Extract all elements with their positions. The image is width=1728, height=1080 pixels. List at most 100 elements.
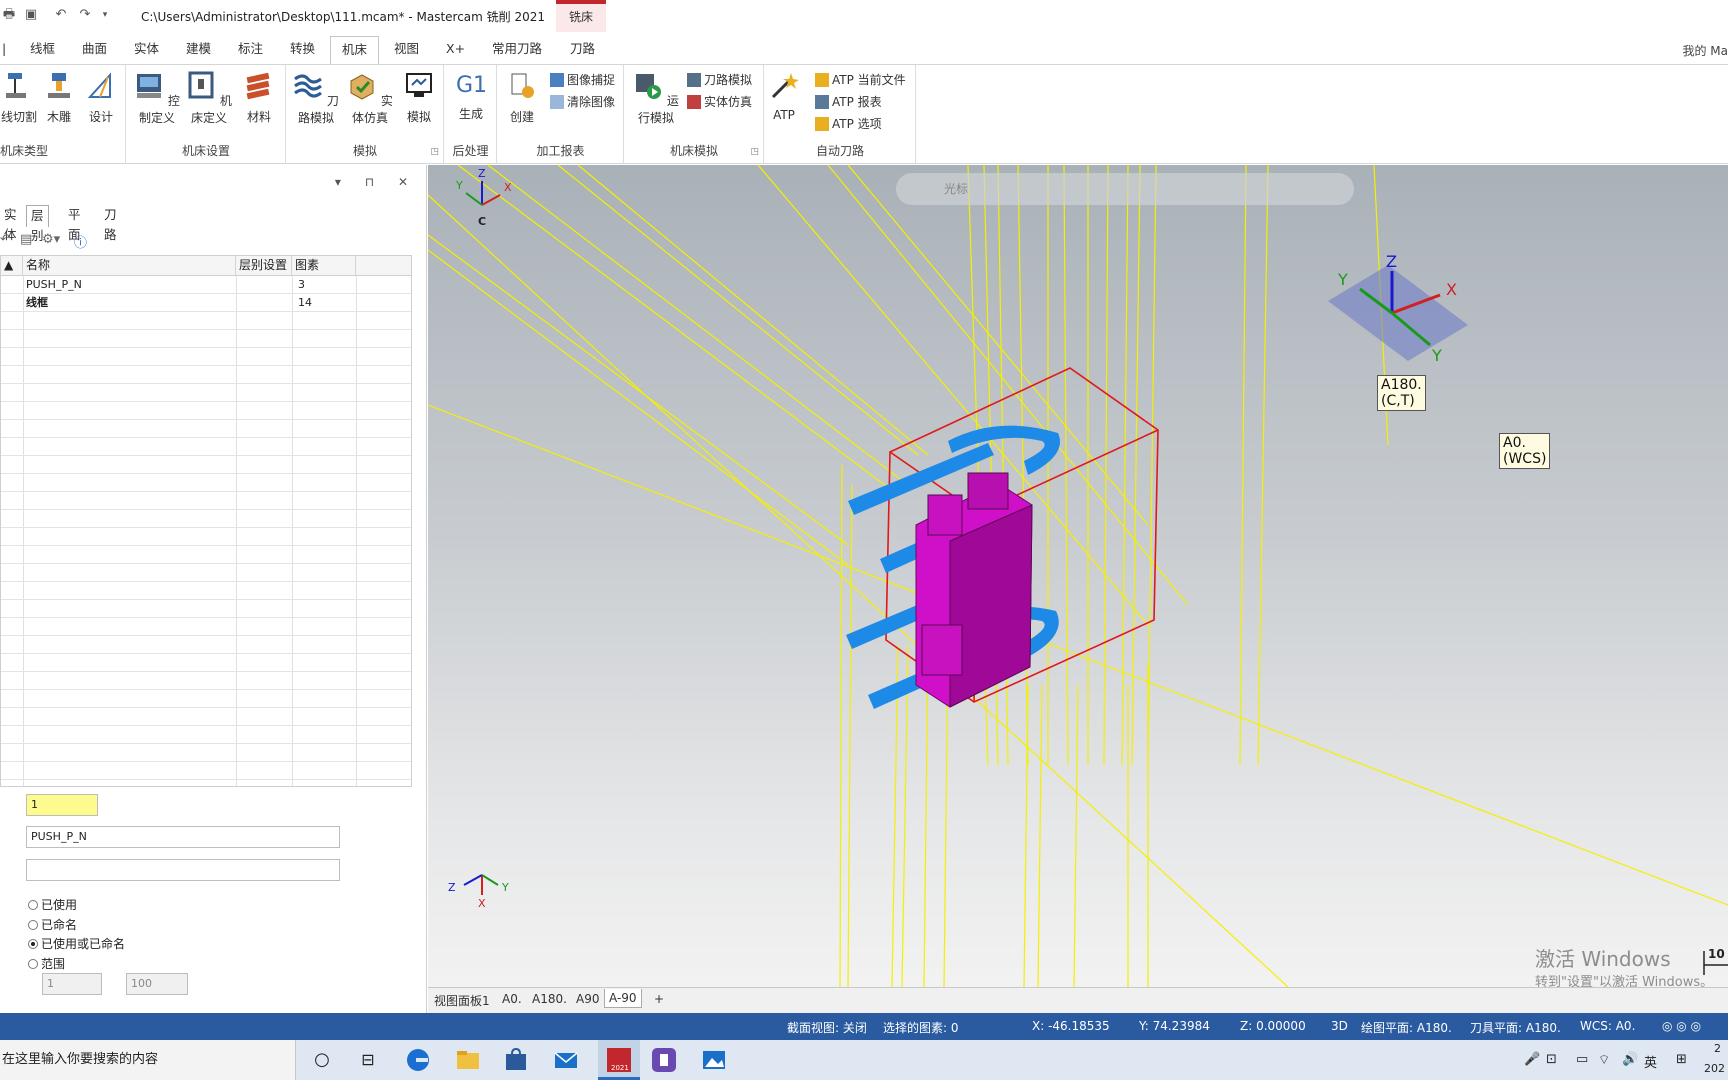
tab-solids[interactable]: 实体 <box>132 38 161 62</box>
atp-report-button[interactable]: ATP 报表 <box>815 93 882 110</box>
dialog-launcher-icon[interactable]: ◳ <box>430 147 439 157</box>
atp-options-button[interactable]: ATP 选项 <box>815 115 882 132</box>
battery-icon[interactable]: ▭ <box>1576 1052 1588 1067</box>
graphics-viewport[interactable]: Z X Y C X Y Z Z X Y Y 光标 A180. (C,T) A0.… <box>428 165 1728 987</box>
column-level-set[interactable]: 层别设置 <box>236 256 292 276</box>
machine-verify-button[interactable]: 实体仿真 <box>687 93 752 110</box>
security-icon[interactable]: ⊡ <box>1546 1052 1557 1067</box>
viewsheet-tab[interactable]: 视图面板1 <box>434 992 490 1009</box>
level-name-field[interactable]: PUSH_P_N <box>26 826 340 848</box>
viewsheet-tab[interactable]: A90 <box>576 992 599 1006</box>
run-simulation-button[interactable]: 运行模拟 <box>629 71 683 126</box>
viewsheet-tab-active[interactable]: A-90 <box>604 989 642 1008</box>
radio-used-or-named[interactable]: 已使用或已命名 <box>28 935 125 952</box>
range-from-field[interactable]: 1 <box>42 973 102 995</box>
tab-toolpaths[interactable]: 刀路 <box>568 38 597 62</box>
viewsheet-tab[interactable]: A180. <box>532 992 567 1006</box>
clock-time[interactable]: 2 <box>1714 1042 1721 1055</box>
mail-icon[interactable] <box>552 1046 580 1074</box>
mastercam-taskbar-button[interactable]: 2021 <box>598 1040 640 1080</box>
tab-toolpaths-manager[interactable]: 刀路 <box>100 205 121 242</box>
list-icon[interactable]: ▤ <box>20 232 32 247</box>
context-tab-mill[interactable]: 铣床 <box>556 0 606 32</box>
refresh-icon[interactable]: ↶ <box>0 232 11 247</box>
group-label-post: 后处理 <box>452 144 489 158</box>
range-to-field[interactable]: 100 <box>126 973 188 995</box>
section-view-status[interactable]: 截面视图: 关闭 <box>787 1019 867 1036</box>
my-account-label[interactable]: 我的 Ma <box>1682 42 1728 59</box>
design-button[interactable]: 设计 <box>84 71 118 125</box>
add-viewsheet-button[interactable]: + <box>654 992 664 1006</box>
wcs-status[interactable]: WCS: A0. <box>1580 1019 1635 1033</box>
machine-definition-button[interactable]: 机床定义 <box>185 71 233 126</box>
radio-named[interactable]: 已命名 <box>28 916 77 933</box>
tab-machine[interactable]: 机床 <box>330 36 380 64</box>
network-icon[interactable]: ⌔ <box>1598 1052 1610 1068</box>
globe-icon[interactable]: ◎ ◎ ◎ <box>1662 1019 1701 1033</box>
tab-drafting[interactable]: 标注 <box>236 38 265 62</box>
radio-range[interactable]: 范围 <box>28 955 65 972</box>
tab-levels-manager[interactable]: 层别 <box>26 205 49 243</box>
cplane-status[interactable]: 绘图平面: A180. <box>1361 1019 1452 1036</box>
tab-model-prep[interactable]: 建模 <box>184 38 213 62</box>
photos-icon[interactable] <box>700 1046 728 1074</box>
graphics-quick-toolbar[interactable]: 光标 <box>896 173 1354 205</box>
level-set-field[interactable] <box>26 859 340 881</box>
tab-partial[interactable]: | <box>0 38 8 62</box>
control-definition-button[interactable]: 控制定义 <box>133 71 181 126</box>
verify-button[interactable]: 实体仿真 <box>345 71 395 126</box>
clear-image-button[interactable]: 清除图像 <box>550 93 615 110</box>
tplane-status[interactable]: 刀具平面: A180. <box>1470 1019 1561 1036</box>
sort-indicator[interactable]: ▲ <box>1 256 23 276</box>
file-explorer-icon[interactable] <box>454 1046 482 1074</box>
create-report-button[interactable]: 创建 <box>504 71 540 125</box>
table-row[interactable]: PUSH_P_N 3 <box>1 276 411 294</box>
keyboard-icon[interactable]: ⊞ <box>1676 1052 1687 1067</box>
tab-wireframe[interactable]: 线框 <box>28 38 57 62</box>
verify-icon <box>350 74 374 100</box>
capture-image-button[interactable]: 图像捕捉 <box>550 71 615 88</box>
backplot-button[interactable]: 刀路模拟 <box>291 71 341 126</box>
viewsheet-tab[interactable]: A0. <box>502 992 522 1006</box>
atp-button[interactable]: ATP <box>767 71 801 122</box>
clock-date[interactable]: 202 <box>1704 1062 1725 1075</box>
task-view-icon[interactable]: ⊟ <box>354 1046 382 1074</box>
redo-icon[interactable]: ↷ <box>76 6 94 24</box>
tab-xplus[interactable]: X+ <box>444 38 467 62</box>
wire-edm-button[interactable]: 线切割 <box>0 71 38 125</box>
mode-toggle[interactable]: 3D <box>1331 1019 1348 1033</box>
store-icon[interactable] <box>502 1046 530 1074</box>
taskbar-search-input[interactable]: 在这里输入你要搜索的内容 <box>0 1040 296 1080</box>
help-icon[interactable]: ⓘ <box>74 232 87 251</box>
tab-solids-manager[interactable]: 实体 <box>0 205 21 242</box>
cortana-icon[interactable]: ○ <box>308 1046 336 1074</box>
dialog-launcher-icon[interactable]: ◳ <box>750 147 759 157</box>
volume-icon[interactable]: 🔊 <box>1622 1052 1638 1067</box>
edge-browser-icon[interactable] <box>404 1046 432 1074</box>
column-entities[interactable]: 图素 <box>292 256 356 276</box>
tab-transform[interactable]: 转换 <box>288 38 317 62</box>
generate-post-button[interactable]: G1 生成 <box>449 71 493 122</box>
simulate-button[interactable]: 模拟 <box>399 71 439 125</box>
column-name[interactable]: 名称 <box>23 256 236 276</box>
gear-icon[interactable]: ⚙▾ <box>42 232 60 247</box>
undo-icon[interactable]: ↶ <box>52 6 70 24</box>
print-icon[interactable]: 🖶 <box>0 6 18 24</box>
ime-indicator[interactable]: 英 <box>1644 1052 1657 1071</box>
tab-planes-manager[interactable]: 平面 <box>64 205 85 242</box>
radio-used[interactable]: 已使用 <box>28 896 77 913</box>
tab-common-toolpaths[interactable]: 常用刀路 <box>490 38 544 62</box>
router-button[interactable]: 木雕 <box>42 71 76 125</box>
tab-surfaces[interactable]: 曲面 <box>80 38 109 62</box>
stock-button[interactable]: 材料 <box>239 71 279 125</box>
customize-dropdown-icon[interactable]: ▾ <box>96 6 114 24</box>
atp-current-file-button[interactable]: ATP 当前文件 <box>815 71 906 88</box>
panel-window-controls[interactable]: ▾ ⊓ ✕ <box>335 175 418 189</box>
tab-view[interactable]: 视图 <box>392 38 421 62</box>
app-launcher-icon[interactable] <box>650 1046 678 1074</box>
machine-backplot-button[interactable]: 刀路模拟 <box>687 71 752 88</box>
table-row[interactable]: 线框 14 <box>1 294 411 312</box>
save-icon[interactable]: ▣ <box>22 6 40 24</box>
microphone-icon[interactable]: 🎤 <box>1524 1052 1540 1067</box>
level-number-field[interactable]: 1 <box>26 794 98 816</box>
